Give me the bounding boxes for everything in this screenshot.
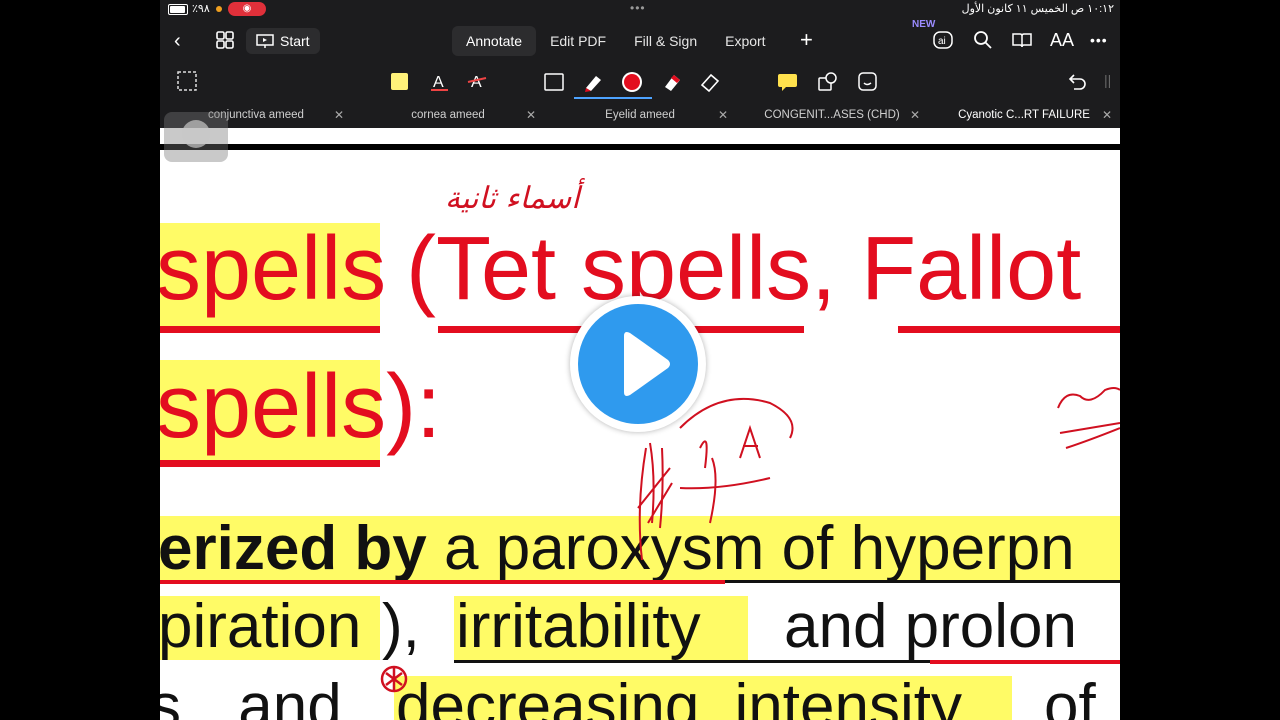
ai-assistant-icon[interactable]: ai [933,28,955,50]
lasso-select-icon[interactable] [176,70,200,94]
back-icon[interactable]: ‹ [174,30,181,53]
shapes-icon[interactable] [816,70,840,94]
annotation-toolbar: A A || [160,64,1120,100]
tab-fill-sign[interactable]: Fill & Sign [620,26,711,56]
main-toolbar: ‹ Start Annotate Edit PDF Fill & Sign Ex… [160,19,1120,60]
shape-box-icon[interactable] [542,70,566,94]
highlighter-icon[interactable] [388,70,412,94]
doc-tab[interactable]: Eyelid ameed ✕ [544,104,736,126]
doc-tab-label: cornea ameed [411,109,485,121]
start-label: Start [280,33,310,49]
doc-tab-label: Eyelid ameed [605,109,675,121]
doc-tab[interactable]: cornea ameed ✕ [352,104,544,126]
tab-export[interactable]: Export [711,26,779,56]
pen-color-icon[interactable] [620,70,644,94]
arabic-handwriting: أسماء ثانية [445,178,585,216]
pdf-app-window: ٪٩٨ ◉ ••• ١٠:١٢ ص الخميس ١١ كانون الأول … [160,0,1120,720]
close-icon[interactable]: ✕ [910,104,920,126]
close-icon[interactable]: ✕ [334,104,344,126]
orange-dot-icon [216,6,222,12]
pdf-page[interactable]: spells (Tet spells, Fallot spells): eriz… [160,128,1120,720]
pen-icon[interactable] [582,70,606,94]
sticker-icon[interactable] [856,70,880,94]
svg-text:A: A [433,74,444,91]
active-tool-underline [574,97,652,99]
doc-tab-label: Cyanotic C...RT FAILURE [958,109,1090,121]
asterisk-mark [385,668,403,690]
tab-edit-pdf[interactable]: Edit PDF [536,26,620,56]
add-icon[interactable]: + [800,27,813,53]
text-strikethrough-icon[interactable]: A [466,70,490,94]
start-presentation-button[interactable]: Start [246,28,320,54]
doc-tab-label: CONGENIT...ASES (CHD) [764,109,900,121]
play-icon [624,332,670,396]
undo-icon[interactable] [1066,70,1090,94]
svg-text:A: A [471,74,482,91]
more-icon[interactable]: ••• [1090,32,1108,48]
close-icon[interactable]: ✕ [526,104,536,126]
search-icon[interactable] [974,31,992,49]
document-tabs: conjunctiva ameed ✕ cornea ameed ✕ Eyelid … [160,104,1120,126]
recording-indicator-icon[interactable]: ◉ [228,2,266,16]
multitask-dots-icon[interactable]: ••• [630,1,646,15]
presentation-icon [256,34,274,48]
status-bar: ٪٩٨ ◉ ••• ١٠:١٢ ص الخميس ١١ كانون الأول [160,0,1120,18]
grid-icon[interactable] [216,31,234,49]
new-badge: NEW [912,19,936,30]
doc-tab[interactable]: CONGENIT...ASES (CHD) ✕ [736,104,928,126]
font-size-icon[interactable]: AA [1050,30,1074,51]
eraser-icon[interactable] [698,70,722,94]
svg-text:ai: ai [938,36,946,47]
battery-icon [168,4,188,15]
doc-tab-active[interactable]: Cyanotic C...RT FAILURE ✕ [928,104,1120,126]
comment-icon[interactable] [776,70,800,94]
close-icon[interactable]: ✕ [718,104,728,126]
tab-annotate[interactable]: Annotate [452,26,537,56]
text-underline-icon[interactable]: A [428,70,452,94]
marker-icon[interactable] [660,70,684,94]
book-icon[interactable] [1012,32,1032,48]
handwritten-sketch [637,442,673,561]
status-time: ١٠:١٢ ص الخميس ١١ كانون الأول [961,3,1114,15]
close-icon[interactable]: ✕ [1102,104,1112,126]
toolbar-divider-icon: || [1104,72,1112,88]
handwritten-sketch [1057,387,1120,449]
mode-tabs: Annotate Edit PDF Fill & Sign Export [452,26,780,56]
video-play-button[interactable] [570,296,706,432]
assistive-touch-button[interactable] [164,112,228,162]
battery-percent: ٪٩٨ [192,3,210,15]
